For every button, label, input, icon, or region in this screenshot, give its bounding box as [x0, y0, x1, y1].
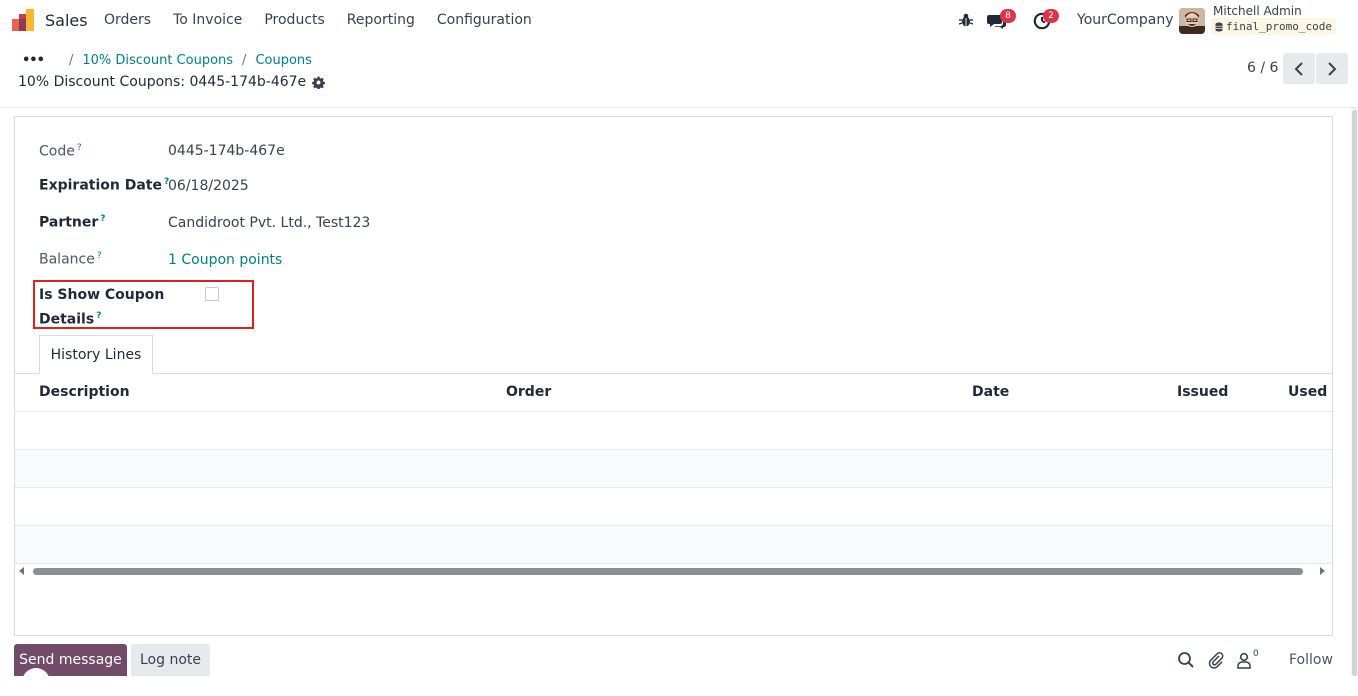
database-name: final_promo_code [1226, 20, 1332, 33]
table-row [15, 450, 1332, 487]
column-header-order[interactable]: Order [506, 384, 551, 400]
balance-label: Balance? [39, 251, 102, 268]
log-note-button[interactable]: Log note [131, 644, 210, 676]
top-navbar: Sales Orders To Invoice Products Reporti… [0, 0, 1358, 42]
user-name[interactable]: Mitchell Admin [1213, 4, 1302, 18]
table-row-divider [15, 525, 1332, 526]
app-name[interactable]: Sales [45, 11, 88, 30]
database-chip: final_promo_code [1211, 18, 1336, 35]
scroll-right-icon[interactable] [1320, 567, 1325, 575]
follow-button[interactable]: Follow [1289, 652, 1333, 668]
column-header-used[interactable]: Used [1288, 384, 1327, 400]
breadcrumb-more-icon[interactable]: ••• [22, 53, 45, 68]
partner-value[interactable]: Candidroot Pvt. Ltd., Test123 [168, 215, 370, 231]
column-header-date[interactable]: Date [972, 384, 1009, 400]
database-icon [1215, 22, 1223, 31]
breadcrumb-separator: / [242, 53, 247, 68]
menu-products[interactable]: Products [264, 12, 324, 28]
balance-value-link[interactable]: 1 Coupon points [168, 252, 282, 268]
breadcrumb-separator: / [68, 53, 74, 68]
partner-label: Partner? [39, 214, 106, 231]
gear-icon[interactable] [312, 76, 326, 89]
menu-configuration[interactable]: Configuration [437, 12, 532, 28]
table-header-divider [15, 411, 1332, 412]
chevron-right-icon [1328, 61, 1337, 76]
column-header-issued[interactable]: Issued [1177, 384, 1228, 400]
table-row-divider [15, 449, 1332, 450]
help-tooltip-icon[interactable]: ? [97, 251, 102, 261]
chevron-left-icon [1294, 61, 1303, 76]
menu-reporting[interactable]: Reporting [347, 12, 415, 28]
bug-icon[interactable] [958, 12, 974, 28]
chatter-avatar [22, 668, 50, 696]
control-panel-divider [0, 107, 1358, 108]
help-tooltip-icon[interactable]: ? [96, 311, 101, 321]
breadcrumb-coupons[interactable]: Coupons [255, 53, 312, 68]
pager-previous-button[interactable] [1283, 53, 1315, 84]
code-value[interactable]: 0445-174b-467e [168, 143, 285, 159]
help-tooltip-icon[interactable]: ? [77, 143, 82, 153]
menu-orders[interactable]: Orders [104, 12, 151, 28]
search-icon[interactable] [1177, 651, 1195, 669]
main-menu: Orders To Invoice Products Reporting Con… [104, 12, 554, 28]
record-title: 10% Discount Coupons: 0445-174b-467e [18, 74, 307, 90]
page-scrollbar-thumb[interactable] [1352, 110, 1357, 676]
company-switcher[interactable]: YourCompany [1077, 12, 1174, 28]
record-title-row: 10% Discount Coupons: 0445-174b-467e [18, 74, 326, 90]
menu-to-invoice[interactable]: To Invoice [173, 12, 242, 28]
pager-next-button[interactable] [1316, 53, 1348, 84]
column-header-description[interactable]: Description [39, 384, 130, 400]
sales-app-icon[interactable] [12, 9, 36, 31]
messages-badge: 8 [1000, 9, 1016, 23]
table-row-divider [15, 487, 1332, 488]
table-row [15, 526, 1332, 563]
activities-badge: 2 [1043, 9, 1059, 23]
help-tooltip-icon[interactable]: ? [100, 214, 105, 224]
show-coupon-details-checkbox[interactable] [205, 287, 219, 301]
expiration-date-label: Expiration Date? [39, 177, 170, 194]
breadcrumb: ••• / 10% Discount Coupons / Coupons [22, 53, 312, 68]
expiration-date-value[interactable]: 06/18/2025 [168, 178, 249, 194]
code-label: Code? [39, 143, 82, 160]
tab-strip-line [15, 373, 1332, 374]
user-avatar[interactable] [1179, 8, 1205, 34]
breadcrumb-program[interactable]: 10% Discount Coupons [82, 53, 233, 68]
tab-history-lines[interactable]: History Lines [39, 335, 153, 374]
paperclip-icon[interactable] [1207, 651, 1225, 669]
table-scrollbar-thumb[interactable] [33, 568, 1303, 575]
show-coupon-details-label: Is Show Coupon Details? [39, 287, 165, 328]
followers-icon[interactable] [1236, 651, 1254, 669]
scroll-left-icon[interactable] [19, 567, 24, 575]
followers-count: 0 [1253, 649, 1259, 659]
pager-counter[interactable]: 6 / 6 [1247, 60, 1278, 76]
